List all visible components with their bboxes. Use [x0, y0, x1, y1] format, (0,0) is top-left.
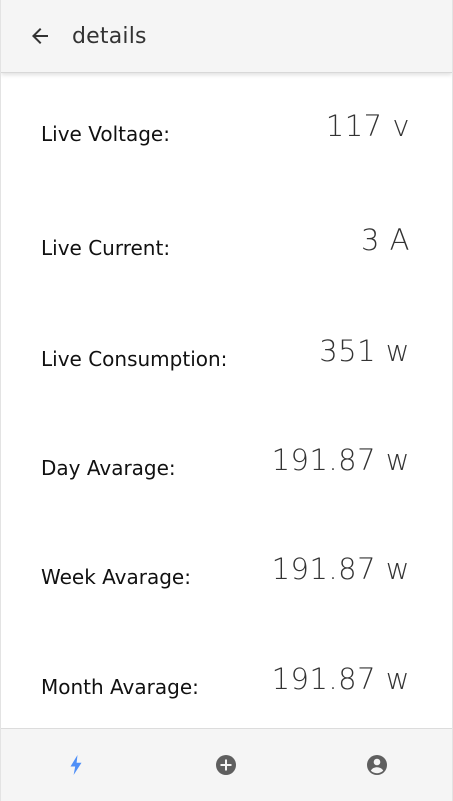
- app-screen: details Live Voltage: 117 v Live Current…: [0, 0, 453, 801]
- metric-row-week-average: Week Avarage: 191.87 w: [41, 544, 410, 594]
- nav-item-account[interactable]: [302, 729, 452, 801]
- details-list: Live Voltage: 117 v Live Current: 3 A Li…: [1, 73, 452, 729]
- top-app-bar: details: [1, 0, 452, 73]
- arrow-left-icon: [32, 28, 48, 44]
- metric-label: Live Current:: [41, 236, 171, 260]
- metric-label: Day Avarage:: [41, 456, 176, 480]
- back-button[interactable]: [20, 16, 60, 56]
- metric-value: 191.87 w: [271, 662, 410, 696]
- bottom-navigation: [1, 728, 452, 801]
- metric-value: 191.87 w: [271, 552, 410, 586]
- bolt-icon: [70, 755, 82, 775]
- metric-value: 117 v: [325, 109, 410, 143]
- metric-label: Live Consumption:: [41, 347, 228, 371]
- metric-label: Week Avarage:: [41, 565, 191, 589]
- metric-row-day-average: Day Avarage: 191.87 w: [41, 435, 410, 485]
- nav-item-live[interactable]: [1, 729, 151, 801]
- account-circle-icon: [366, 755, 387, 775]
- nav-item-add[interactable]: [151, 729, 301, 801]
- metric-value: 351 w: [319, 334, 410, 368]
- metric-value: 3 A: [360, 223, 410, 257]
- page-title: details: [72, 23, 147, 49]
- plus-circle-icon: [216, 755, 237, 775]
- metric-row-live-current: Live Current: 3 A: [41, 215, 410, 265]
- metric-label: Month Avarage:: [41, 675, 199, 699]
- metric-value: 191.87 w: [271, 443, 410, 477]
- metric-row-live-voltage: Live Voltage: 117 v: [41, 101, 410, 151]
- metric-label: Live Voltage:: [41, 122, 170, 146]
- metric-row-month-average: Month Avarage: 191.87 w: [41, 654, 410, 704]
- metric-row-live-consumption: Live Consumption: 351 w: [41, 326, 410, 376]
